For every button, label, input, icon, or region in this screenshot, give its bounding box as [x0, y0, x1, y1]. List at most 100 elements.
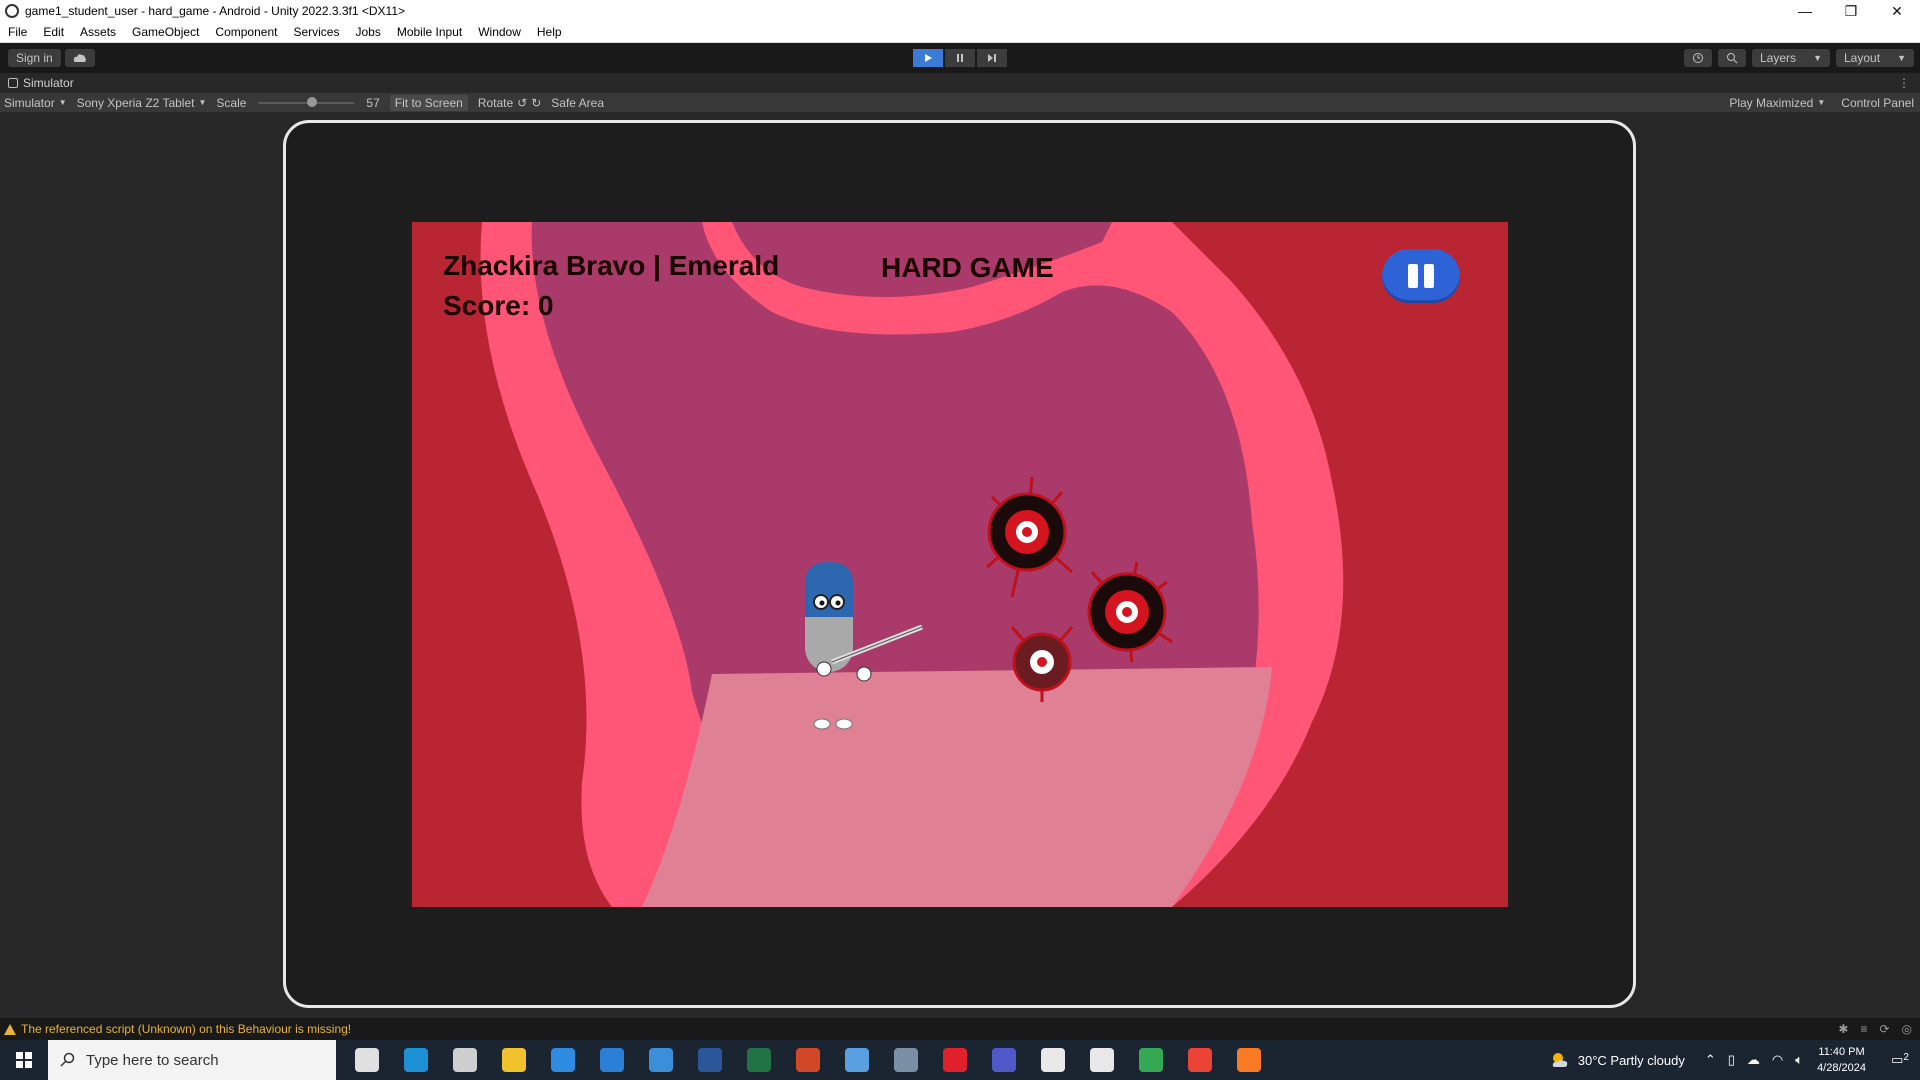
taskbar-app-chrome-profile[interactable] [1175, 1040, 1224, 1080]
menu-help[interactable]: Help [529, 25, 570, 39]
close-button[interactable]: ✕ [1874, 0, 1920, 22]
store-icon [550, 1048, 575, 1072]
rotate-left-icon[interactable]: ↺ [517, 96, 527, 110]
menu-mobile-input[interactable]: Mobile Input [389, 25, 470, 39]
fit-to-screen-button[interactable]: Fit to Screen [389, 94, 468, 111]
start-button[interactable] [0, 1040, 48, 1080]
search-button[interactable] [1718, 49, 1746, 67]
taskbar-app-calculator[interactable] [881, 1040, 930, 1080]
console-status-bar[interactable]: The referenced script (Unknown) on this … [0, 1018, 1920, 1040]
cache-icon[interactable]: ≡ [1860, 1022, 1867, 1036]
chevron-down-icon: ▼ [1813, 53, 1822, 63]
clock-time: 11:40 PM [1818, 1046, 1865, 1058]
taskbar-app-powerpoint[interactable] [783, 1040, 832, 1080]
scale-slider-knob[interactable] [307, 96, 318, 107]
taskbar-app-mail[interactable] [587, 1040, 636, 1080]
taskbar-app-chrome[interactable] [1126, 1040, 1175, 1080]
excel-icon [746, 1048, 771, 1072]
pause-icon [1424, 264, 1434, 288]
auto-generate-icon[interactable]: ⟳ [1879, 1022, 1889, 1036]
play-mode-label: Play Maximized [1729, 95, 1814, 110]
sign-in-button[interactable]: Sign in [8, 49, 61, 67]
restore-button[interactable]: ❐ [1828, 0, 1874, 22]
clock[interactable]: 11:40 PM 4/28/2024 [1817, 1044, 1866, 1076]
edge-icon [403, 1048, 428, 1072]
device-dropdown[interactable]: Sony Xperia Z2 Tablet ▼ [73, 96, 213, 110]
onedrive-icon[interactable]: ☁ [1747, 1052, 1760, 1068]
play-controls [913, 49, 1007, 67]
simulator-options-bar: Simulator ▼ Sony Xperia Z2 Tablet ▼ Scal… [0, 93, 1920, 112]
game-screen[interactable]: Zhackira Bravo | Emerald Score: 0 HARD G… [412, 222, 1508, 907]
powerpoint-icon [795, 1048, 820, 1072]
layers-dropdown[interactable]: Layers ▼ [1752, 49, 1830, 67]
menu-assets[interactable]: Assets [72, 25, 124, 39]
layout-dropdown[interactable]: Layout ▼ [1836, 49, 1914, 67]
word-icon [697, 1048, 722, 1072]
play-button[interactable] [913, 49, 943, 67]
taskbar-app-unity-editor[interactable] [1077, 1040, 1126, 1080]
taskbar-app-xampp[interactable] [1224, 1040, 1273, 1080]
minimize-button[interactable]: — [1782, 0, 1828, 22]
safe-area-toggle[interactable]: Safe Area [551, 96, 604, 110]
toolbar-right: Layers ▼ Layout ▼ [1684, 49, 1914, 67]
chevron-down-icon: ▼ [58, 98, 67, 107]
taskbar-app-unity-hub[interactable] [1028, 1040, 1077, 1080]
collab-icon[interactable]: ◎ [1902, 1022, 1912, 1036]
unity-logo-icon [5, 4, 19, 18]
rotate-right-icon[interactable]: ↻ [531, 96, 541, 110]
teams-icon [991, 1048, 1016, 1072]
mode-label: Simulator [4, 95, 55, 110]
menu-jobs[interactable]: Jobs [347, 25, 388, 39]
status-icons: ✱ ≡ ⟳ ◎ [1838, 1022, 1912, 1036]
taskbar-app-word[interactable] [685, 1040, 734, 1080]
window-controls: — ❐ ✕ [1782, 0, 1920, 22]
taskbar-app-settings[interactable] [440, 1040, 489, 1080]
menu-component[interactable]: Component [207, 25, 285, 39]
taskbar-app-teams[interactable] [979, 1040, 1028, 1080]
taskbar-app-file-explorer[interactable] [489, 1040, 538, 1080]
menu-edit[interactable]: Edit [35, 25, 72, 39]
history-button[interactable] [1684, 49, 1712, 67]
play-mode-dropdown[interactable]: Play Maximized ▼ [1725, 96, 1831, 110]
layers-label: Layers [1760, 51, 1797, 65]
menu-gameobject[interactable]: GameObject [124, 25, 207, 39]
taskbar-app-cloud-app[interactable] [832, 1040, 881, 1080]
weather-widget[interactable]: 30°C Partly cloudy [1550, 1051, 1685, 1069]
taskbar-search[interactable]: Type here to search [48, 1040, 336, 1080]
xampp-icon [1236, 1048, 1261, 1072]
kebab-menu-icon[interactable]: ⋮ [1898, 76, 1910, 90]
tab-simulator[interactable]: Simulator [23, 76, 74, 90]
taskbar-app-store[interactable] [538, 1040, 587, 1080]
notification-button[interactable]: ▭ 2 [1880, 1052, 1920, 1068]
scale-slider[interactable] [258, 96, 355, 107]
taskbar-app-opera[interactable] [930, 1040, 979, 1080]
mail-icon [599, 1048, 624, 1072]
game-background [480, 222, 1344, 907]
chevron-down-icon: ▼ [1817, 98, 1826, 107]
taskbar-app-excel[interactable] [734, 1040, 783, 1080]
file-explorer-icon [501, 1048, 526, 1072]
step-button[interactable] [977, 49, 1007, 67]
menu-window[interactable]: Window [470, 25, 529, 39]
mode-dropdown[interactable]: Simulator ▼ [0, 96, 73, 110]
console-warning-message[interactable]: The referenced script (Unknown) on this … [21, 1022, 351, 1036]
chevron-up-icon[interactable]: ⌃ [1705, 1052, 1716, 1068]
pause-editor-button[interactable] [945, 49, 975, 67]
menu-services[interactable]: Services [285, 25, 347, 39]
game-pause-button[interactable] [1382, 249, 1460, 303]
wifi-icon[interactable]: ◠ [1772, 1052, 1783, 1068]
system-tray: 30°C Partly cloudy ⌃ ▯ ☁ ◠ 🔈︎ 11:40 PM 4… [1550, 1040, 1920, 1080]
settings-icon [452, 1048, 477, 1072]
menu-file[interactable]: File [0, 25, 35, 39]
unity-editor-icon [1089, 1048, 1114, 1072]
notification-icon: ▭ [1891, 1052, 1904, 1067]
control-panel-button[interactable]: Control Panel [1841, 96, 1914, 110]
scale-label: Scale [216, 95, 247, 110]
cloud-button[interactable] [64, 49, 95, 67]
device-icon[interactable]: ▯ [1728, 1052, 1735, 1068]
taskbar-app-task-view[interactable] [342, 1040, 391, 1080]
taskbar-app-edge[interactable] [391, 1040, 440, 1080]
debug-icon[interactable]: ✱ [1838, 1022, 1848, 1036]
volume-icon[interactable]: 🔈︎ [1795, 1052, 1803, 1068]
taskbar-app-remote-desktop[interactable] [636, 1040, 685, 1080]
